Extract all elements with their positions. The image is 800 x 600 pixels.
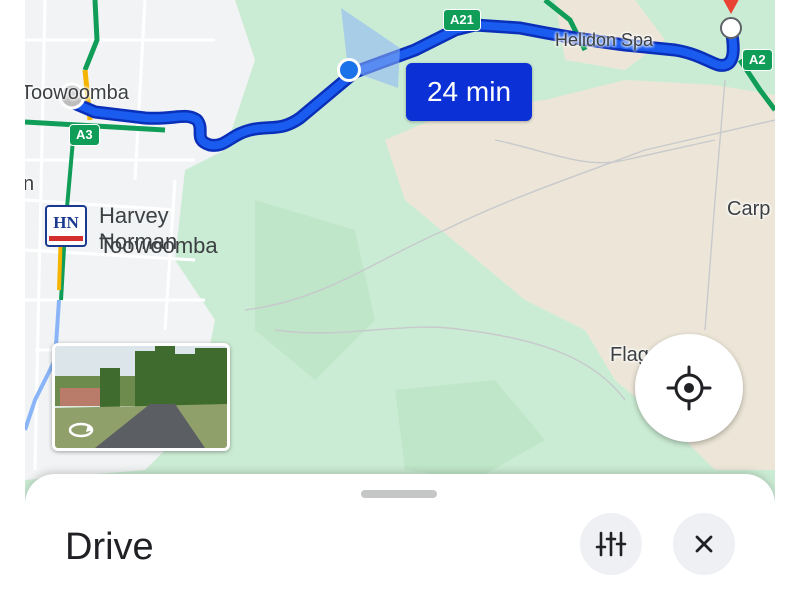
road-shield-a3: A3 <box>69 124 100 146</box>
close-icon <box>695 535 713 553</box>
drag-handle[interactable] <box>361 490 437 498</box>
map-label-toowoomba: Toowoomba <box>25 82 129 104</box>
poi-name-line2: Toowoomba <box>99 233 218 258</box>
maps-app: Toowoomba Helidon Spa Carp Flag n A21 A2… <box>25 0 775 600</box>
store-logo-icon: HN <box>45 205 87 247</box>
map-label-carp: Carp <box>727 198 771 220</box>
crosshair-icon <box>666 365 712 411</box>
road-shield-a2: A2 <box>742 49 773 71</box>
logo-text: HN <box>53 213 79 232</box>
my-location-button[interactable] <box>635 334 743 442</box>
road-shield-a21: A21 <box>443 9 481 31</box>
map-label-helidon-spa: Helidon Spa <box>555 30 654 50</box>
street-view-thumbnail[interactable] <box>52 343 230 451</box>
map-label-partial: n <box>25 173 35 195</box>
tune-icon <box>595 531 627 557</box>
directions-bottom-sheet: Drive <box>25 474 775 600</box>
travel-mode-title: Drive <box>65 526 154 568</box>
route-options-button[interactable] <box>580 513 642 575</box>
eta-bubble[interactable]: 24 min <box>406 63 532 121</box>
close-button[interactable] <box>673 513 735 575</box>
